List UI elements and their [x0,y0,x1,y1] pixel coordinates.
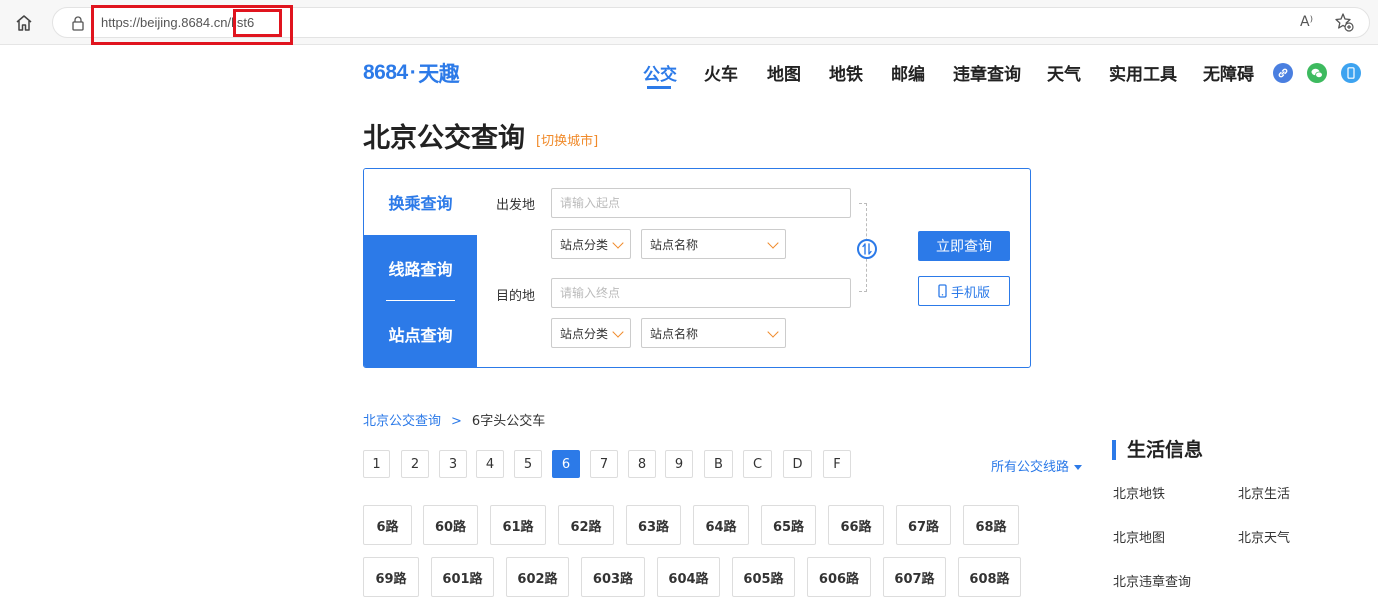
read-aloud-icon[interactable]: A⁾ [1300,14,1313,30]
page-btn-8[interactable]: 8 [628,450,656,478]
route-btn[interactable]: 61路 [490,505,546,545]
sidebar-link-violation[interactable]: 北京违章查询 [1113,571,1191,590]
sidebar-title: 生活信息 [1112,440,1203,460]
mobile-version-button[interactable]: 手机版 [918,276,1010,306]
route-btn[interactable]: 602路 [506,557,569,597]
route-btn[interactable]: 67路 [896,505,951,545]
caret-down-icon [1074,465,1083,470]
phone-icon [938,284,947,298]
page-title: 北京公交查询 [363,123,525,154]
route-btn[interactable]: 69路 [363,557,419,597]
nav-weather[interactable]: 天气 [1047,60,1081,85]
chevron-down-icon [767,326,779,338]
page-btn-3[interactable]: 3 [439,450,467,478]
to-input[interactable] [551,278,851,308]
chevron-down-icon [612,326,624,338]
site-logo[interactable]: 8684 · 天趣 [363,59,460,87]
nav-accessibility[interactable]: 无障碍 [1203,60,1254,85]
route-btn[interactable]: 66路 [828,505,884,545]
nav-violation[interactable]: 违章查询 [953,60,1021,85]
tab-station[interactable]: 站点查询 [364,301,477,367]
sidebar-link-subway[interactable]: 北京地铁 [1113,483,1165,502]
all-routes-label: 所有公交线路 [991,460,1070,475]
wechat-icon[interactable] [1307,63,1327,83]
all-routes-dropdown[interactable]: 所有公交线路 [991,456,1083,475]
page-btn-c[interactable]: C [743,450,772,478]
tab-route[interactable]: 线路查询 [364,235,477,301]
sidebar-link-life[interactable]: 北京生活 [1238,483,1290,502]
switch-city-link[interactable]: [切换城市] [536,130,598,149]
route-btn[interactable]: 607路 [883,557,946,597]
route-btn[interactable]: 604路 [657,557,720,597]
page-btn-1[interactable]: 1 [363,450,390,478]
swap-icon[interactable] [857,239,877,259]
route-btn[interactable]: 64路 [693,505,749,545]
to-station-select[interactable]: 站点名称 [641,318,786,348]
to-category-select[interactable]: 站点分类 [551,318,631,348]
nav-tools[interactable]: 实用工具 [1109,60,1177,85]
chevron-down-icon [612,237,624,249]
route-btn[interactable]: 6路 [363,505,412,545]
breadcrumb-current: 6字头公交车 [471,414,546,429]
from-label: 出发地 [496,198,536,213]
route-btn[interactable]: 65路 [761,505,816,545]
route-btn[interactable]: 603路 [581,557,645,597]
nav-postcode[interactable]: 邮编 [891,60,925,85]
route-btn[interactable]: 60路 [423,505,478,545]
breadcrumb: 北京公交查询 >6字头公交车 [363,410,545,429]
logo-text: 天趣 [418,63,460,86]
sidebar-link-map[interactable]: 北京地图 [1113,527,1165,546]
route-btn[interactable]: 601路 [431,557,494,597]
page-btn-5[interactable]: 5 [514,450,542,478]
page-btn-9[interactable]: 9 [665,450,693,478]
from-input[interactable] [551,188,851,218]
search-tabs: 换乘查询 线路查询 站点查询 [364,169,477,367]
nav-map[interactable]: 地图 [767,60,801,85]
route-btn[interactable]: 62路 [558,505,614,545]
highlight-box-path [233,9,282,37]
nav-active-underline [647,86,671,89]
route-btn[interactable]: 606路 [807,557,871,597]
nav-bus[interactable]: 公交 [643,60,677,85]
home-icon[interactable] [12,11,36,35]
mobile-version-label: 手机版 [950,285,990,301]
page-btn-6[interactable]: 6 [552,450,580,478]
route-btn[interactable]: 605路 [732,557,795,597]
page-btn-d[interactable]: D [783,450,812,478]
from-station-select[interactable]: 站点名称 [641,229,786,259]
breadcrumb-home[interactable]: 北京公交查询 [363,414,441,429]
route-btn[interactable]: 68路 [963,505,1019,545]
sidebar-link-weather[interactable]: 北京天气 [1238,527,1290,546]
tab-transfer[interactable]: 换乘查询 [364,169,477,235]
chevron-down-icon [767,237,779,249]
mobile-icon[interactable] [1341,63,1361,83]
from-category-select[interactable]: 站点分类 [551,229,631,259]
page-btn-b[interactable]: B [704,450,733,478]
breadcrumb-separator: > [451,414,462,429]
logo-number: 8684 [363,61,408,84]
nav-subway[interactable]: 地铁 [829,60,863,85]
to-station-label: 站点名称 [650,326,699,341]
lock-icon [71,15,85,31]
to-category-label: 站点分类 [560,326,609,341]
page-btn-7[interactable]: 7 [590,450,618,478]
page-btn-f[interactable]: F [823,450,851,478]
query-button[interactable]: 立即查询 [918,231,1010,261]
route-btn[interactable]: 608路 [958,557,1021,597]
link-icon[interactable] [1273,63,1293,83]
to-label: 目的地 [496,289,536,304]
route-btn[interactable]: 63路 [626,505,681,545]
from-category-label: 站点分类 [560,237,609,252]
nav-train[interactable]: 火车 [704,60,738,85]
from-station-label: 站点名称 [650,237,699,252]
page-btn-4[interactable]: 4 [476,450,504,478]
logo-dot: · [409,61,417,84]
page-btn-2[interactable]: 2 [401,450,429,478]
tab-divider [386,300,455,301]
add-favorite-icon[interactable] [1334,12,1354,36]
